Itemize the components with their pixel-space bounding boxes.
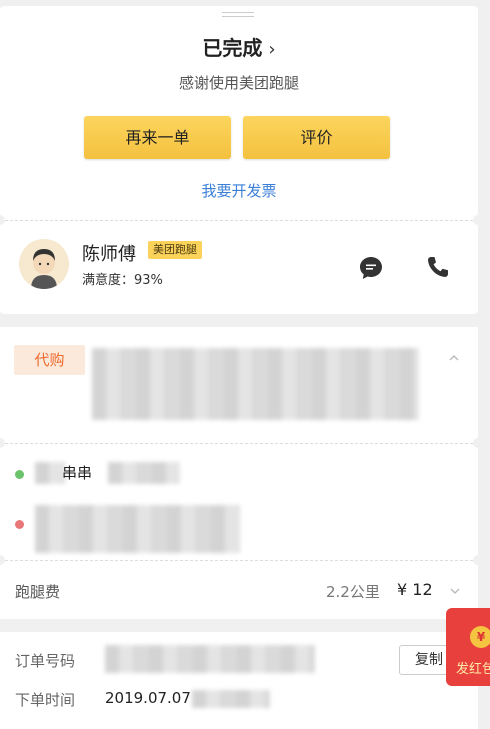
blurred-item-description bbox=[92, 348, 419, 420]
review-button[interactable]: 评价 bbox=[243, 116, 390, 159]
invoice-link[interactable]: 我要开发票 bbox=[0, 180, 478, 201]
dropoff-dot bbox=[15, 520, 24, 529]
courier-badge: 美团跑腿 bbox=[148, 241, 202, 259]
courier-name: 陈师傅 bbox=[82, 244, 136, 265]
order-type-tag: 代购 bbox=[14, 345, 85, 375]
phone-icon[interactable] bbox=[425, 254, 451, 280]
red-packet-label: 发红包 bbox=[456, 662, 490, 677]
blurred-pickup-prefix bbox=[35, 462, 65, 484]
person-icon bbox=[19, 239, 69, 289]
divider bbox=[0, 443, 478, 444]
fee-price: ¥ 12 bbox=[397, 580, 433, 599]
drag-handle[interactable] bbox=[222, 12, 254, 17]
notch-right bbox=[473, 215, 483, 225]
thanks-message: 感谢使用美团跑腿 bbox=[178, 74, 299, 92]
order-number-label: 订单号码 bbox=[15, 652, 76, 670]
blurred-pickup-suffix bbox=[108, 462, 180, 484]
pickup-address: 串串 bbox=[62, 464, 93, 482]
courier-avatar bbox=[19, 239, 69, 289]
blurred-order-time bbox=[192, 690, 270, 708]
blurred-dropoff-address bbox=[35, 505, 240, 553]
chat-icon[interactable] bbox=[358, 255, 384, 281]
chevron-up-icon[interactable] bbox=[448, 352, 460, 364]
fee-distance: 2.2公里 bbox=[326, 583, 380, 601]
fee-label: 跑腿费 bbox=[15, 583, 61, 601]
reorder-button[interactable]: 再来一单 bbox=[84, 116, 231, 159]
order-time-value: 2019.07.07 bbox=[105, 689, 191, 707]
coin-icon: ¥ bbox=[470, 626, 490, 648]
blurred-order-number bbox=[105, 645, 315, 673]
order-status-card: 已完成 › 感谢使用美团跑腿 再来一单 评价 我要开发票 bbox=[0, 6, 478, 314]
notch-right bbox=[473, 555, 483, 565]
order-status[interactable]: 已完成 › bbox=[0, 32, 478, 61]
divider bbox=[0, 220, 478, 221]
notch-right bbox=[473, 438, 483, 448]
divider bbox=[0, 560, 478, 561]
chevron-down-icon[interactable] bbox=[449, 585, 461, 597]
status-title: 已完成 bbox=[202, 36, 263, 60]
order-time-label: 下单时间 bbox=[15, 691, 76, 709]
red-packet-button[interactable]: ¥ 发红包 bbox=[446, 608, 490, 686]
chevron-right-icon: › bbox=[268, 39, 276, 60]
pickup-dot bbox=[15, 470, 24, 479]
courier-satisfaction: 满意度：93% bbox=[82, 273, 163, 288]
